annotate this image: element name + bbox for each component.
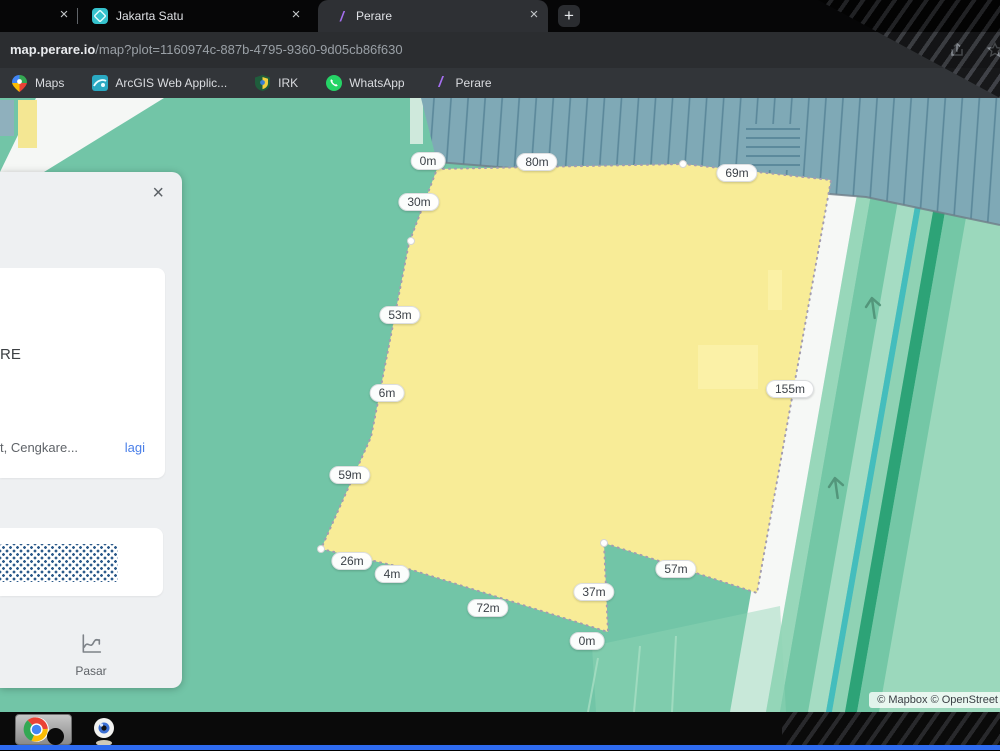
measurement-label: 0m (411, 152, 446, 170)
bookmark-item[interactable]: IRK (255, 68, 298, 98)
measurement-label: 30m (398, 193, 439, 211)
bookmark-label: ArcGIS Web Applic... (115, 76, 227, 90)
plot-detail-card: RE t, Cengkare... lagi (0, 268, 165, 478)
more-link[interactable]: lagi (125, 440, 145, 455)
bookmark-star-icon[interactable] (986, 41, 1000, 59)
measurement-label: 72m (467, 599, 508, 617)
close-tab-icon[interactable]: × (288, 7, 304, 23)
map-attribution: © Mapbox © OpenStreet (869, 692, 1000, 708)
taskbar-chrome-button[interactable] (15, 714, 72, 745)
tab-label: Perare (356, 0, 392, 32)
plot-value-card (0, 528, 163, 596)
pasar-button[interactable]: Pasar (75, 631, 106, 678)
building-block (0, 100, 14, 136)
close-panel-icon[interactable]: × (152, 184, 164, 202)
url-text[interactable]: map.perare.io/map?plot=1160974c-887b-479… (10, 32, 403, 68)
badge-dot (47, 728, 64, 745)
irk-icon (255, 75, 271, 91)
measurement-label: 80m (516, 153, 557, 171)
taskbar-camera-button[interactable] (92, 716, 116, 746)
plot-address-fragment: t, Cengkare... (0, 440, 78, 455)
perare-icon: / (433, 75, 449, 91)
arcgis-icon (92, 75, 108, 91)
bookmarks-bar: Maps ArcGIS Web Applic... IRK WhatsApp / Pera… (0, 68, 1000, 98)
perare-favicon-icon: / (334, 8, 350, 24)
close-tab-icon[interactable]: × (526, 7, 542, 23)
bookmark-label: Maps (35, 76, 64, 90)
whatsapp-icon (326, 75, 342, 91)
jakarta-satu-favicon-icon (92, 8, 108, 24)
plot-info-panel: × RE t, Cengkare... lagi Pasar (0, 172, 182, 688)
measurement-label: 0m (570, 632, 605, 650)
bookmark-item[interactable]: / Perare (433, 68, 492, 98)
tab-strip: × Jakarta Satu × / Perare × + (0, 0, 1000, 32)
close-tab-icon[interactable]: × (56, 7, 72, 23)
measurement-label: 4m (375, 565, 410, 583)
new-tab-button[interactable]: + (558, 5, 580, 27)
maps-pin-icon (12, 75, 28, 91)
redacted-value-pattern (0, 544, 118, 582)
plot-inner-patch (698, 345, 758, 389)
measurement-label: 26m (331, 552, 372, 570)
share-icon[interactable] (948, 41, 966, 59)
plot-block (18, 100, 37, 148)
tab-perare[interactable]: / Perare × (318, 0, 548, 32)
pasar-label: Pasar (75, 664, 106, 678)
chrome-icon (23, 716, 50, 743)
measurement-label: 69m (716, 164, 757, 182)
address-bar[interactable]: map.perare.io/map?plot=1160974c-887b-479… (0, 32, 1000, 68)
bookmark-item[interactable]: Maps (12, 68, 64, 98)
bookmark-label: IRK (278, 76, 298, 90)
bookmark-item[interactable]: WhatsApp (326, 68, 404, 98)
measurement-label: 6m (370, 384, 405, 402)
measurement-label: 53m (379, 306, 420, 324)
plot-title-fragment: RE (0, 346, 21, 363)
tab-label: Jakarta Satu (116, 0, 183, 32)
bottom-blue-strip (0, 745, 1000, 750)
measurement-label: 57m (655, 560, 696, 578)
url-path: /map?plot=1160974c-887b-4795-9360-9d05cb… (95, 42, 402, 57)
tab-separator (77, 8, 78, 24)
bookmark-label: WhatsApp (349, 76, 404, 90)
measurement-label: 59m (329, 466, 370, 484)
bookmark-label: Perare (456, 76, 492, 90)
plot-inner-patch (768, 270, 782, 310)
url-domain: map.perare.io (10, 42, 95, 57)
measurement-label: 155m (766, 380, 814, 398)
bookmark-item[interactable]: ArcGIS Web Applic... (92, 68, 227, 98)
camera-icon (92, 716, 116, 746)
measurement-label: 37m (573, 583, 614, 601)
market-chart-icon (78, 631, 104, 662)
